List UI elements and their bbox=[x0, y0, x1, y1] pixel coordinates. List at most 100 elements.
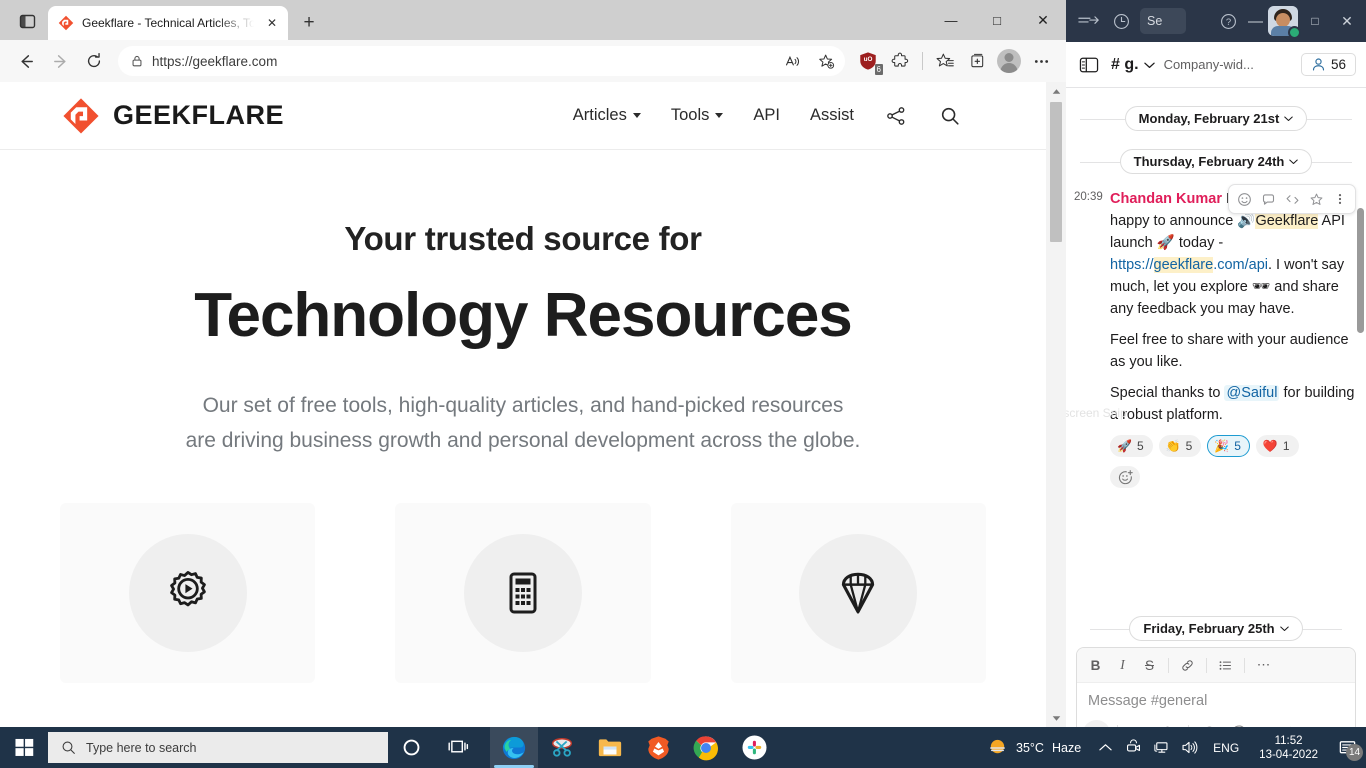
back-arrow-icon[interactable] bbox=[10, 45, 42, 77]
emoji-reaction-icon[interactable] bbox=[1232, 187, 1256, 211]
history-clock-icon[interactable] bbox=[1106, 6, 1136, 36]
channel-name-button[interactable]: # g. bbox=[1111, 56, 1155, 74]
video-clip-button[interactable] bbox=[1125, 720, 1152, 727]
slack-maximize-button[interactable]: □ bbox=[1300, 6, 1330, 36]
bold-button[interactable]: B bbox=[1083, 653, 1108, 677]
formatting-button[interactable]: Aa bbox=[1254, 720, 1281, 727]
weather-widget[interactable]: 35°C Haze bbox=[977, 737, 1091, 758]
feature-card-calculator[interactable] bbox=[395, 502, 651, 683]
read-aloud-icon[interactable] bbox=[779, 48, 805, 74]
camera-icon[interactable] bbox=[1119, 727, 1147, 768]
collections-icon[interactable] bbox=[962, 45, 992, 77]
strikethrough-button[interactable]: S bbox=[1137, 653, 1162, 677]
user-mention[interactable]: @Saiful bbox=[1224, 385, 1280, 402]
tab-actions-icon[interactable] bbox=[10, 8, 44, 34]
message-input[interactable]: Message #general bbox=[1077, 683, 1355, 717]
share-message-icon[interactable] bbox=[1280, 187, 1304, 211]
cortana-circle-icon[interactable] bbox=[388, 727, 435, 768]
nav-item-api[interactable]: API bbox=[753, 106, 780, 125]
italic-button[interactable]: I bbox=[1110, 653, 1135, 677]
nav-item-tools[interactable]: Tools bbox=[671, 106, 724, 125]
audio-clip-button[interactable] bbox=[1154, 720, 1181, 727]
reaction-rocket[interactable]: 🚀 5 bbox=[1110, 435, 1153, 458]
browser-tab[interactable]: Geekflare - Technical Articles, Too ✕ bbox=[48, 6, 288, 40]
slack-minimize-button[interactable]: — bbox=[1245, 13, 1266, 30]
page-scrollbar[interactable] bbox=[1046, 82, 1066, 727]
ublock-origin-icon[interactable]: uO 6 bbox=[853, 45, 883, 77]
slack-close-button[interactable]: ✕ bbox=[1332, 6, 1362, 36]
add-reaction-icon[interactable] bbox=[1110, 466, 1140, 489]
scroll-up-arrow-icon[interactable] bbox=[1046, 82, 1066, 100]
link-button[interactable] bbox=[1175, 653, 1200, 677]
close-button[interactable]: ✕ bbox=[1020, 0, 1066, 40]
taskbar-app-snipping-tool[interactable] bbox=[538, 727, 586, 768]
maximize-button[interactable]: □ bbox=[974, 0, 1020, 40]
favorites-icon[interactable] bbox=[930, 45, 960, 77]
forward-arrow-icon[interactable] bbox=[44, 45, 76, 77]
taskbar-app-slack[interactable] bbox=[730, 727, 778, 768]
mention-button[interactable]: @ bbox=[1225, 720, 1252, 727]
nav-item-assist[interactable]: Assist bbox=[810, 106, 854, 125]
feature-card-gem[interactable] bbox=[730, 502, 986, 683]
glasses-emoji: 🕶 bbox=[1251, 279, 1271, 296]
clock-date: 13-04-2022 bbox=[1259, 748, 1318, 761]
message-link[interactable]: https://geekflare.com/api bbox=[1110, 257, 1268, 274]
taskbar-search-input[interactable]: Type here to search bbox=[48, 732, 388, 763]
extensions-puzzle-icon[interactable] bbox=[885, 45, 915, 77]
more-actions-icon[interactable] bbox=[1328, 187, 1352, 211]
close-icon[interactable]: ✕ bbox=[262, 13, 282, 33]
nav-item-articles[interactable]: Articles bbox=[573, 106, 641, 125]
help-question-icon[interactable]: ? bbox=[1213, 6, 1243, 36]
notifications-icon[interactable]: 14 bbox=[1328, 727, 1366, 768]
message-composer[interactable]: B I S ⋯ Message #general + bbox=[1076, 647, 1356, 727]
minimize-button[interactable]: — bbox=[928, 0, 974, 40]
channel-topic[interactable]: Company-wid... bbox=[1164, 57, 1292, 72]
bulleted-list-button[interactable] bbox=[1213, 653, 1238, 677]
chevron-up-icon[interactable] bbox=[1091, 727, 1119, 768]
share-icon[interactable] bbox=[884, 104, 908, 128]
scrollbar-thumb[interactable] bbox=[1050, 102, 1062, 242]
scroll-down-arrow-icon[interactable] bbox=[1046, 709, 1066, 727]
reload-icon[interactable] bbox=[78, 45, 110, 77]
settings-more-icon[interactable] bbox=[1026, 45, 1056, 77]
feature-card-tools[interactable] bbox=[60, 502, 316, 683]
taskbar-app-brave[interactable] bbox=[634, 727, 682, 768]
address-bar[interactable]: https://geekflare.com bbox=[118, 46, 845, 76]
user-avatar[interactable] bbox=[1268, 6, 1301, 39]
date-pill-button[interactable]: Friday, February 25th bbox=[1129, 616, 1303, 641]
windows-start-icon[interactable] bbox=[0, 727, 48, 768]
reaction-clap[interactable]: 👏 5 bbox=[1158, 435, 1202, 458]
taskbar-app-file-explorer[interactable] bbox=[586, 727, 634, 768]
emoji-button[interactable] bbox=[1196, 720, 1223, 727]
clock[interactable]: 11:52 13-04-2022 bbox=[1249, 734, 1328, 762]
taskbar-app-edge[interactable] bbox=[490, 727, 538, 768]
volume-icon[interactable] bbox=[1175, 727, 1203, 768]
thread-reply-icon[interactable] bbox=[1256, 187, 1280, 211]
language-indicator[interactable]: ENG bbox=[1203, 741, 1249, 755]
bookmark-icon[interactable] bbox=[1304, 187, 1328, 211]
send-button[interactable] bbox=[1283, 720, 1310, 727]
channel-members-button[interactable]: 56 bbox=[1300, 53, 1356, 76]
reaction-heart[interactable]: ❤️ 1 bbox=[1255, 435, 1299, 458]
date-pill-button[interactable]: Thursday, February 24th bbox=[1119, 149, 1313, 174]
site-logo[interactable]: GEEKFLARE bbox=[62, 97, 284, 135]
date-pill-button[interactable]: Monday, February 21st bbox=[1124, 106, 1308, 131]
new-tab-button[interactable]: + bbox=[296, 10, 322, 36]
sidebar-toggle-icon[interactable] bbox=[1076, 52, 1102, 78]
reaction-tada[interactable]: 🎉 5 bbox=[1207, 435, 1250, 458]
profile-avatar[interactable] bbox=[994, 45, 1024, 77]
message-author[interactable]: Chandan Kumar bbox=[1110, 191, 1222, 207]
more-format-button[interactable]: ⋯ bbox=[1251, 653, 1276, 677]
rocket-emoji: 🚀 bbox=[1156, 235, 1175, 252]
add-favorite-star-icon[interactable] bbox=[813, 48, 839, 74]
network-icon[interactable] bbox=[1147, 727, 1175, 768]
taskbar-app-chrome[interactable] bbox=[682, 727, 730, 768]
send-options-chevron-icon[interactable] bbox=[1322, 720, 1349, 727]
task-view-icon[interactable] bbox=[435, 727, 482, 768]
search-input[interactable]: Se bbox=[1140, 8, 1186, 34]
forward-arrow-icon[interactable] bbox=[1074, 6, 1104, 36]
message-timestamp[interactable]: 20:39 bbox=[1074, 188, 1110, 493]
attach-button[interactable]: + bbox=[1083, 720, 1110, 727]
search-icon[interactable] bbox=[938, 104, 962, 128]
message-scrollbar-thumb[interactable] bbox=[1357, 208, 1364, 333]
